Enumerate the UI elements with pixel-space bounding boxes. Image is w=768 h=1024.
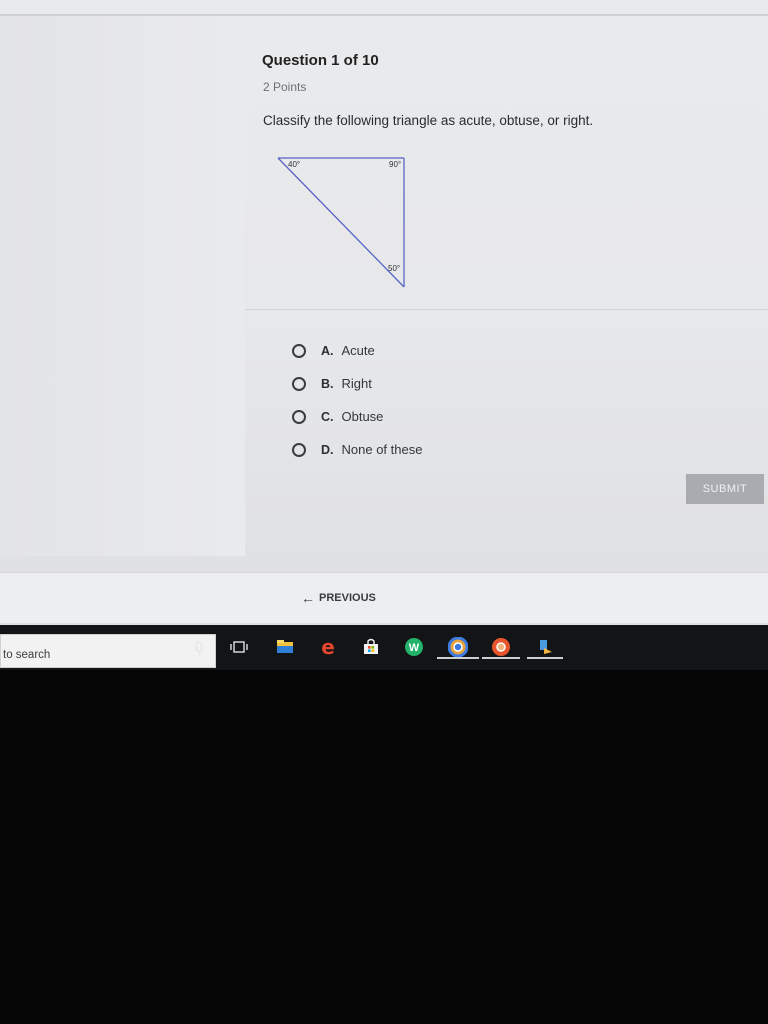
choice-text: Acute xyxy=(341,343,375,358)
choice-d[interactable]: D. None of these xyxy=(292,433,422,466)
radio-button[interactable] xyxy=(292,376,306,391)
choice-text: Right xyxy=(341,376,372,391)
angle-label-40: 40° xyxy=(288,160,300,169)
choice-text: None of these xyxy=(341,442,423,457)
footer-band xyxy=(0,572,768,623)
app-icon[interactable] xyxy=(536,637,556,657)
choice-c[interactable]: C. Obtuse xyxy=(292,400,422,433)
choice-b[interactable]: B. Right xyxy=(292,367,422,400)
w-app-icon[interactable]: W xyxy=(404,637,424,657)
angle-label-50: 50° xyxy=(388,264,400,273)
previous-button[interactable]: ← PREVIOUS xyxy=(301,589,376,606)
desk-background xyxy=(0,670,768,1024)
store-icon[interactable] xyxy=(361,637,381,657)
chrome-active-underline xyxy=(437,657,479,659)
choice-letter: B. xyxy=(321,376,334,391)
search-placeholder: to search xyxy=(3,649,51,661)
answer-choices: A. Acute B. Right C. Obtuse D. None of t… xyxy=(292,334,422,466)
chrome-alt-icon[interactable] xyxy=(491,637,511,657)
submit-button[interactable]: SUBMIT xyxy=(686,474,764,504)
choice-letter: C. xyxy=(321,409,334,424)
task-view-icon[interactable] xyxy=(229,637,249,657)
choice-a[interactable]: A. Acute xyxy=(292,334,422,367)
question-prompt: Classify the following triangle as acute… xyxy=(263,113,594,128)
question-points: 2 Points xyxy=(263,80,307,94)
triangle-hypotenuse xyxy=(277,157,405,288)
triangle-figure: 40° 90° 50° xyxy=(277,157,405,288)
choice-letter: D. xyxy=(321,442,334,457)
taskbar-search-box[interactable]: to search xyxy=(0,634,216,668)
file-explorer-icon[interactable] xyxy=(275,637,295,657)
mic-icon[interactable] xyxy=(194,641,204,658)
svg-text:W: W xyxy=(409,642,420,654)
app-underline xyxy=(527,657,563,659)
previous-label: PREVIOUS xyxy=(319,592,376,604)
angle-label-90: 90° xyxy=(389,160,401,169)
chrome-alt-underline xyxy=(482,657,520,659)
radio-button[interactable] xyxy=(292,442,306,457)
figure-divider xyxy=(245,309,768,310)
screen: Question 1 of 10 2 Points Classify the f… xyxy=(0,0,768,1024)
left-margin xyxy=(0,16,245,556)
choice-letter: A. xyxy=(321,343,334,358)
question-title: Question 1 of 10 xyxy=(262,52,379,69)
choice-text: Obtuse xyxy=(341,409,384,424)
arrow-left-icon: ← xyxy=(301,589,315,606)
radio-button[interactable] xyxy=(292,409,306,424)
radio-button[interactable] xyxy=(292,343,306,358)
edge-icon[interactable]: e xyxy=(318,635,338,659)
chrome-icon[interactable] xyxy=(448,637,468,657)
